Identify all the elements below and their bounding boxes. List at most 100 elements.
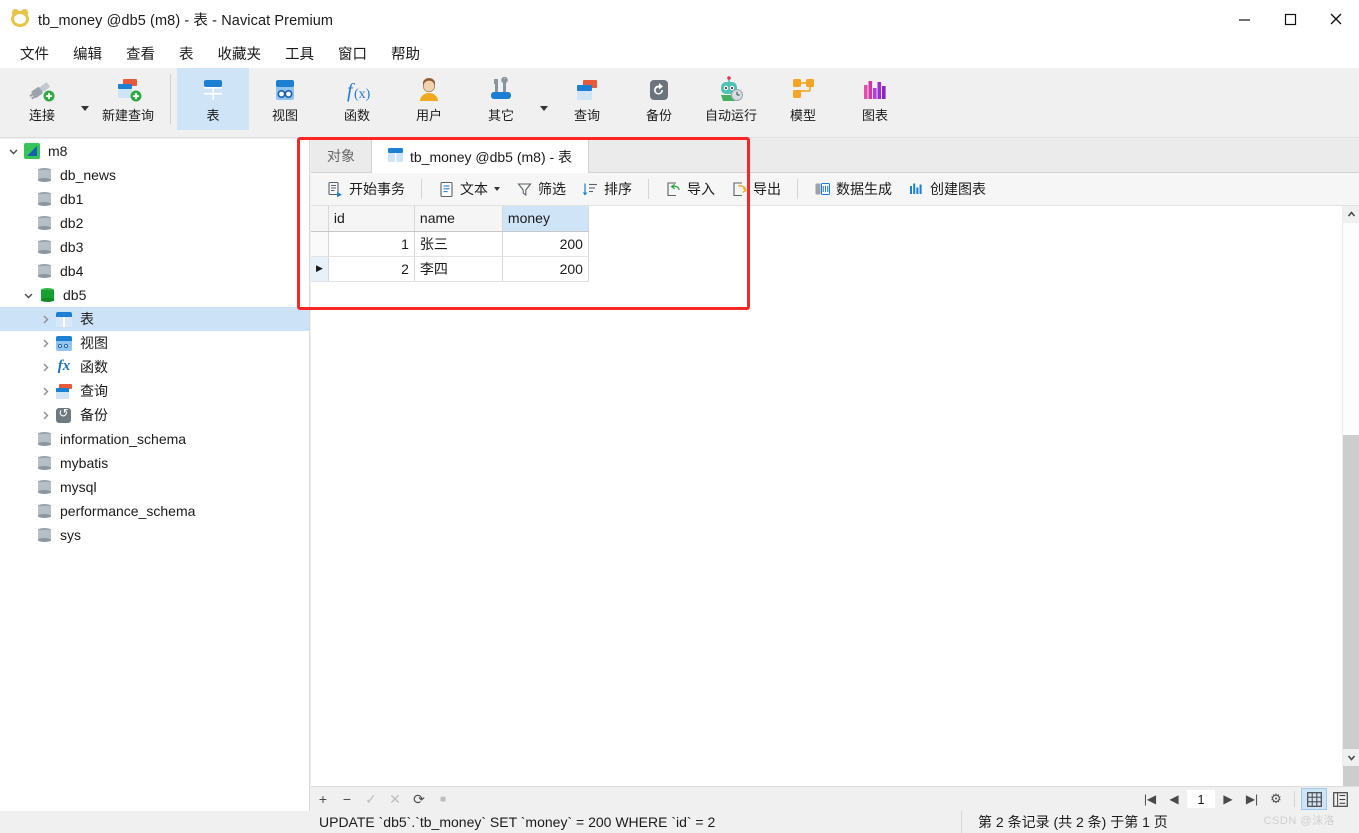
stop-button[interactable]: ■ [431,788,455,811]
tree-item-db_news[interactable]: db_news [0,163,309,187]
cell-money[interactable]: 200 [502,256,589,282]
tree-item-mysql[interactable]: mysql [0,475,309,499]
menu-help[interactable]: 帮助 [379,40,432,67]
tree-item-db5[interactable]: db5 [0,283,309,307]
scroll-up-arrow-icon[interactable] [1343,206,1359,223]
tree-item-backups[interactable]: 备份 [0,403,309,427]
menu-favorites[interactable]: 收藏夹 [206,40,274,67]
grid-vertical-scrollbar[interactable] [1342,206,1359,795]
cell-id[interactable]: 1 [328,231,415,257]
grid-toolbar-separator-1 [421,179,422,199]
tab-tb-money[interactable]: tb_money @db5 (m8) - 表 [371,139,590,173]
cell-id[interactable]: 2 [328,256,415,282]
chevron-down-icon[interactable] [2,146,24,157]
tree-item-db2[interactable]: db2 [0,211,309,235]
tree-item-information_schema[interactable]: information_schema [0,427,309,451]
grid-settings-button[interactable]: ⚙ [1264,788,1288,811]
chevron-right-icon[interactable] [34,338,56,349]
refresh-button[interactable]: ⟳ [407,788,431,811]
connection-dropdown-caret-icon[interactable] [78,68,92,130]
close-button[interactable] [1313,0,1359,38]
prev-page-button[interactable]: ◀ [1162,788,1186,811]
toolbar-connection-button[interactable]: 连接 [6,68,78,130]
cancel-change-button[interactable]: ✕ [383,788,407,811]
tree-item-db1[interactable]: db1 [0,187,309,211]
scrollbar-track[interactable] [1343,223,1359,795]
grid-view-icon[interactable] [1301,788,1327,810]
toolbar-automation-button[interactable]: 自动运行 [695,68,767,130]
toolbar-view-button[interactable]: 视图 [249,68,321,130]
maximize-button[interactable] [1267,0,1313,38]
column-header-name[interactable]: name [414,206,503,232]
toolbar-model-button[interactable]: 模型 [767,68,839,130]
data-grid[interactable]: id name money 1 张三 200 ▶ 2 李四 200 [311,206,1359,766]
apply-change-button[interactable]: ✓ [359,788,383,811]
tree-item-views[interactable]: 视图 [0,331,309,355]
tree-item-performance_schema[interactable]: performance_schema [0,499,309,523]
tree-item-label: db5 [63,287,87,303]
column-header-money[interactable]: money [502,206,589,232]
last-page-button[interactable]: ▶| [1240,788,1264,811]
next-page-button[interactable]: ▶ [1216,788,1240,811]
data-generation-button[interactable]: 数据生成 [806,176,900,202]
chevron-down-icon[interactable] [494,187,500,191]
chevron-right-icon[interactable] [34,362,56,373]
record-navigation-bar: + − ✓ ✕ ⟳ ■ |◀ ◀ 1 ▶ ▶| ⚙ [311,786,1359,811]
form-view-icon[interactable] [1327,788,1353,810]
tree-item-db4[interactable]: db4 [0,259,309,283]
add-record-button[interactable]: + [311,788,335,811]
tab-bar: 对象 tb_money @db5 (m8) - 表 [311,139,1359,173]
toolbar-function-button[interactable]: f (x) 函数 [321,68,393,130]
page-number-input[interactable]: 1 [1186,789,1216,809]
export-button[interactable]: 导出 [723,176,789,202]
menu-tools[interactable]: 工具 [273,40,326,67]
cell-name[interactable]: 张三 [414,231,503,257]
toolbar-new-query-button[interactable]: 新建查询 [92,68,164,130]
menu-view[interactable]: 查看 [114,40,167,67]
cell-name[interactable]: 李四 [414,256,503,282]
toolbar-other-button[interactable]: 其它 [465,68,537,130]
tree-item-functions[interactable]: fx 函数 [0,355,309,379]
chevron-right-icon[interactable] [34,410,56,421]
begin-transaction-button[interactable]: 开始事务 [319,176,413,202]
tree-item-queries[interactable]: 查询 [0,379,309,403]
menu-edit[interactable]: 编辑 [61,40,114,67]
table-row[interactable]: 1 张三 200 [311,231,589,257]
tree-item-mybatis[interactable]: mybatis [0,451,309,475]
toolbar-user-button[interactable]: 用户 [393,68,465,130]
delete-record-button[interactable]: − [335,788,359,811]
scroll-down-arrow-icon[interactable] [1343,749,1359,766]
text-button[interactable]: 文本 [430,176,508,202]
chevron-down-icon[interactable] [17,290,39,301]
row-marker-current[interactable]: ▶ [311,256,329,282]
navigation-sidebar[interactable]: m8 db_news db1 db2 db3 db4 db5 表 视图 fx 函… [0,139,310,833]
tab-objects[interactable]: 对象 [311,139,371,172]
first-page-button[interactable]: |◀ [1138,788,1162,811]
tree-item-tables[interactable]: 表 [0,307,309,331]
menu-table[interactable]: 表 [167,40,206,67]
toolbar-query-button[interactable]: 查询 [551,68,623,130]
toolbar-backup-button[interactable]: 备份 [623,68,695,130]
menu-file[interactable]: 文件 [8,40,61,67]
toolbar-table-button[interactable]: 表 [177,68,249,130]
table-row[interactable]: ▶ 2 李四 200 [311,256,589,282]
tree-item-sys[interactable]: sys [0,523,309,547]
sort-button[interactable]: 排序 [574,176,640,202]
row-marker[interactable] [311,231,329,257]
column-header-id[interactable]: id [328,206,415,232]
chart-icon [860,75,890,105]
tree-item-db3[interactable]: db3 [0,235,309,259]
other-dropdown-caret-icon[interactable] [537,68,551,130]
create-chart-button[interactable]: 创建图表 [900,176,994,202]
minimize-button[interactable] [1221,0,1267,38]
menu-window[interactable]: 窗口 [326,40,379,67]
filter-button[interactable]: 筛选 [508,176,574,202]
scrollbar-thumb[interactable] [1343,435,1359,795]
sort-icon [582,181,599,198]
toolbar-chart-button[interactable]: 图表 [839,68,911,130]
cell-money[interactable]: 200 [502,231,589,257]
chevron-right-icon[interactable] [34,314,56,325]
import-button[interactable]: 导入 [657,176,723,202]
tree-item-m8[interactable]: m8 [0,139,309,163]
chevron-right-icon[interactable] [34,386,56,397]
